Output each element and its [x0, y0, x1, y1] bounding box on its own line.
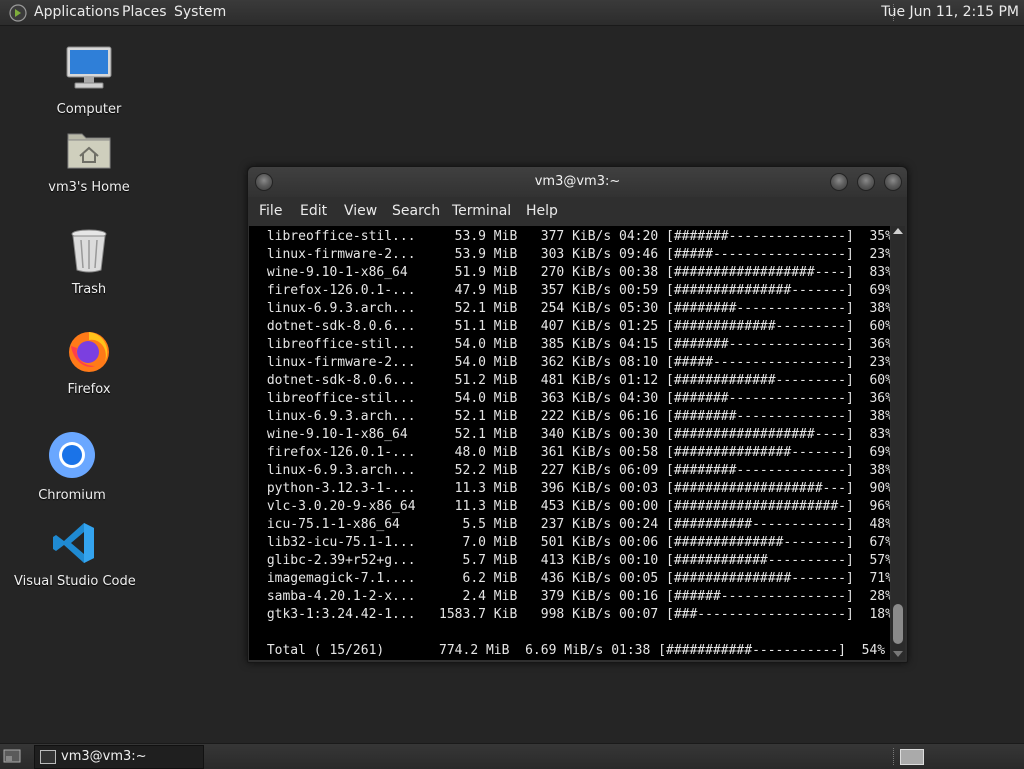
taskbar-item-label: vm3@vm3:~ — [61, 749, 147, 764]
desktop-icon-label: Computer — [56, 102, 122, 117]
close-button[interactable] — [884, 173, 902, 191]
clock[interactable]: Tue Jun 11, 2:15 PM — [881, 0, 1019, 25]
firefox-icon — [69, 332, 109, 372]
terminal-line: samba-4.20.1-2-x... 2.4 MiB 379 KiB/s 00… — [259, 589, 890, 604]
bottom-panel: vm3@vm3:~ — [0, 743, 1024, 769]
minimize-button[interactable] — [830, 173, 848, 191]
terminal-line: linux-firmware-2... 53.9 MiB 303 KiB/s 0… — [259, 247, 890, 262]
menu-search[interactable]: Search — [392, 197, 440, 225]
terminal-line: python-3.12.3-1-... 11.3 MiB 396 KiB/s 0… — [259, 481, 890, 496]
terminal-line: libreoffice-stil... 54.0 MiB 385 KiB/s 0… — [259, 337, 890, 352]
menu-view[interactable]: View — [344, 197, 377, 225]
terminal-line: firefox-126.0.1-... 47.9 MiB 357 KiB/s 0… — [259, 283, 890, 298]
desktop-icon-home[interactable]: vm3's Home — [44, 128, 134, 195]
menu-terminal[interactable]: Terminal — [452, 197, 511, 225]
terminal-line: vlc-3.0.20-9-x86_64 11.3 MiB 453 KiB/s 0… — [259, 499, 890, 514]
distro-logo-icon[interactable] — [9, 4, 27, 22]
terminal-scrollbar[interactable] — [891, 226, 905, 660]
terminal-line: firefox-126.0.1-... 48.0 MiB 361 KiB/s 0… — [259, 445, 890, 460]
taskbar-item-terminal[interactable]: vm3@vm3:~ — [34, 745, 204, 769]
terminal-menubar: File Edit View Search Terminal Help — [248, 197, 907, 225]
maximize-button[interactable] — [857, 173, 875, 191]
terminal-line: wine-9.10-1-x86_64 51.9 MiB 270 KiB/s 00… — [259, 265, 890, 280]
vscode-icon — [53, 523, 94, 563]
terminal-line: imagemagick-7.1.... 6.2 MiB 436 KiB/s 00… — [259, 571, 890, 586]
terminal-line: icu-75.1-1-x86_64 5.5 MiB 237 KiB/s 00:2… — [259, 517, 890, 532]
menu-file[interactable]: File — [259, 197, 282, 225]
terminal-line: glibc-2.39+r52+g... 5.7 MiB 413 KiB/s 00… — [259, 553, 890, 568]
terminal-line: libreoffice-stil... 54.0 MiB 363 KiB/s 0… — [259, 391, 890, 406]
desktop-icon-label: Firefox — [67, 382, 111, 397]
top-panel: Applications Places System Tue Jun 11, 2… — [0, 0, 1024, 26]
panel-separator — [893, 748, 896, 765]
computer-icon — [66, 46, 112, 89]
desktop-icon-label: Chromium — [38, 488, 106, 503]
show-desktop-icon[interactable] — [3, 748, 21, 764]
workspace-switcher[interactable] — [900, 749, 924, 765]
terminal-line: dotnet-sdk-8.0.6... 51.2 MiB 481 KiB/s 0… — [259, 373, 890, 388]
terminal-line: libreoffice-stil... 53.9 MiB 377 KiB/s 0… — [259, 229, 890, 244]
places-menu[interactable]: Places — [122, 0, 167, 25]
desktop-icon-vscode[interactable]: Visual Studio Code — [14, 520, 136, 589]
scrollbar-thumb[interactable] — [893, 604, 903, 644]
terminal-output[interactable]: libreoffice-stil... 53.9 MiB 377 KiB/s 0… — [249, 226, 890, 660]
desktop-icon-label: Visual Studio Code — [14, 574, 136, 589]
scroll-down-arrow-icon[interactable] — [893, 651, 903, 657]
desktop-icon-label: Trash — [71, 282, 107, 297]
terminal-line: wine-9.10-1-x86_64 52.1 MiB 340 KiB/s 00… — [259, 427, 890, 442]
terminal-window: vm3@vm3:~ File Edit View Search Terminal… — [247, 166, 908, 663]
terminal-total-line: Total ( 15/261) 774.2 MiB 6.69 MiB/s 01:… — [259, 643, 886, 658]
terminal-line: linux-firmware-2... 54.0 MiB 362 KiB/s 0… — [259, 355, 890, 370]
terminal-line: gtk3-1:3.24.42-1... 1583.7 KiB 998 KiB/s… — [259, 607, 890, 622]
terminal-icon — [40, 750, 56, 764]
scroll-up-arrow-icon[interactable] — [893, 228, 903, 234]
trash-icon — [71, 229, 107, 273]
terminal-line: lib32-icu-75.1-1... 7.0 MiB 501 KiB/s 00… — [259, 535, 890, 550]
chromium-icon — [49, 432, 95, 478]
menu-edit[interactable]: Edit — [300, 197, 327, 225]
terminal-line: dotnet-sdk-8.0.6... 51.1 MiB 407 KiB/s 0… — [259, 319, 890, 334]
terminal-line: linux-6.9.3.arch... 52.1 MiB 254 KiB/s 0… — [259, 301, 890, 316]
terminal-line: linux-6.9.3.arch... 52.2 MiB 227 KiB/s 0… — [259, 463, 890, 478]
window-titlebar[interactable]: vm3@vm3:~ — [248, 167, 907, 197]
desktop-icon-chromium[interactable]: Chromium — [27, 430, 117, 503]
terminal-line: linux-6.9.3.arch... 52.1 MiB 222 KiB/s 0… — [259, 409, 890, 424]
home-folder-icon — [67, 133, 111, 169]
desktop-icon-computer[interactable]: Computer — [44, 44, 134, 117]
system-menu[interactable]: System — [174, 0, 226, 25]
desktop-icon-firefox[interactable]: Firefox — [44, 326, 134, 397]
desktop-icon-label: vm3's Home — [48, 180, 130, 195]
window-title: vm3@vm3:~ — [534, 174, 621, 189]
applications-menu[interactable]: Applications — [34, 0, 120, 25]
desktop-icon-trash[interactable]: Trash — [44, 228, 134, 297]
menu-help[interactable]: Help — [526, 197, 558, 225]
